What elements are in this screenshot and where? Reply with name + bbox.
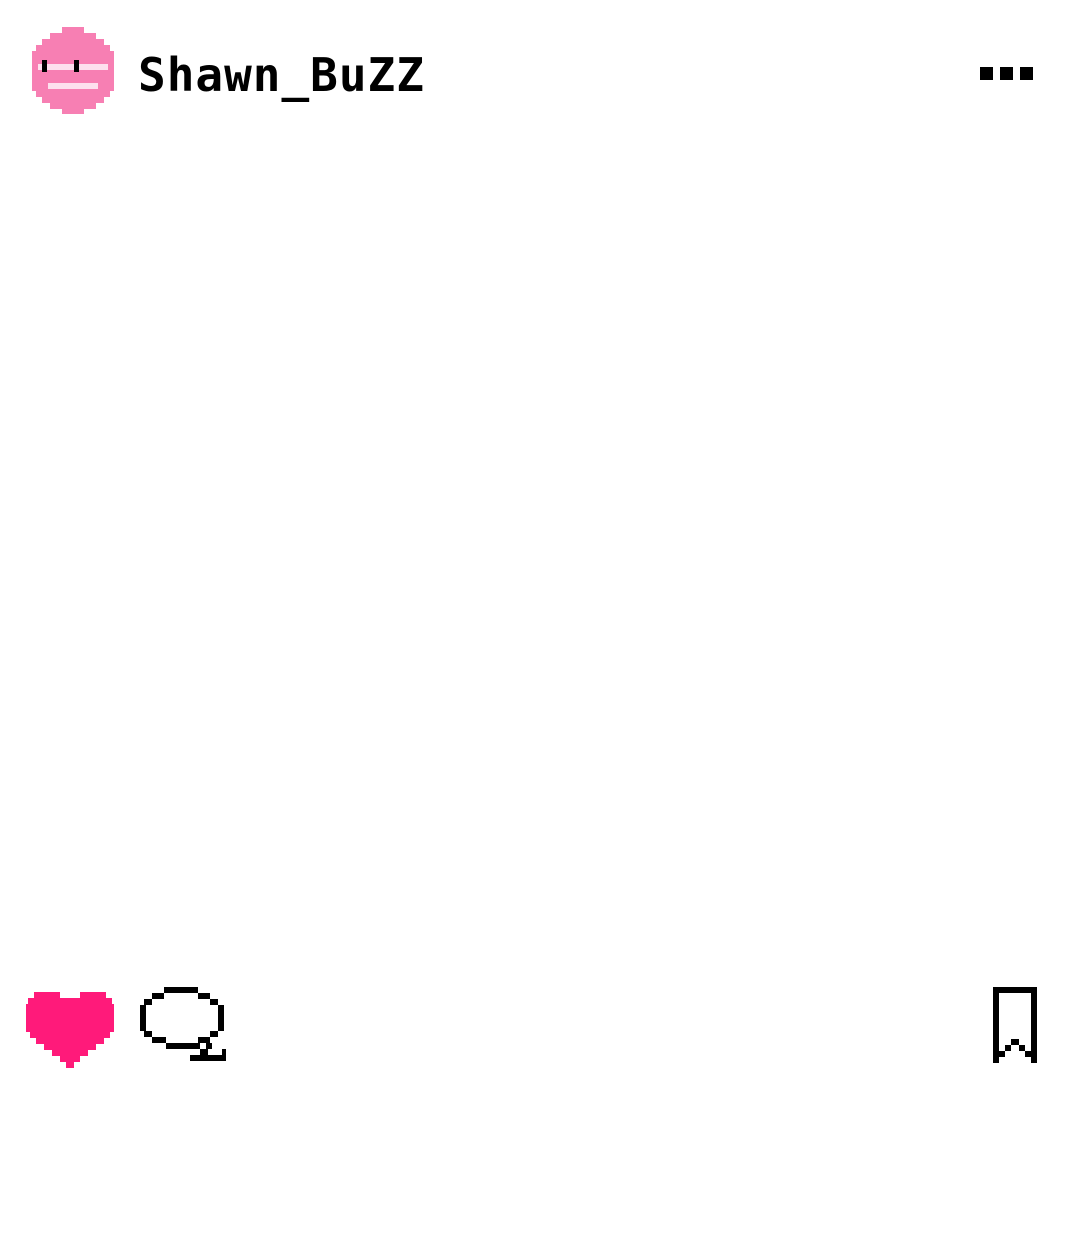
speech-bubble-icon bbox=[140, 987, 226, 1061]
avatar[interactable] bbox=[32, 27, 114, 114]
save-button[interactable] bbox=[986, 983, 1046, 1073]
post-card: Shawn_BuZZ bbox=[0, 0, 1080, 1260]
post-media[interactable] bbox=[0, 130, 1080, 970]
post-header: Shawn_BuZZ bbox=[0, 0, 1080, 150]
comment-button[interactable] bbox=[136, 983, 232, 1073]
username[interactable]: Shawn_BuZZ bbox=[138, 50, 425, 100]
pixel-smiley-avatar-icon bbox=[32, 27, 114, 114]
action-bar bbox=[0, 975, 1080, 1085]
like-button[interactable] bbox=[22, 990, 118, 1072]
more-options-button[interactable] bbox=[972, 56, 1044, 92]
bookmark-icon bbox=[993, 987, 1037, 1063]
heart-icon bbox=[26, 992, 114, 1068]
more-options-icon bbox=[980, 67, 1033, 80]
